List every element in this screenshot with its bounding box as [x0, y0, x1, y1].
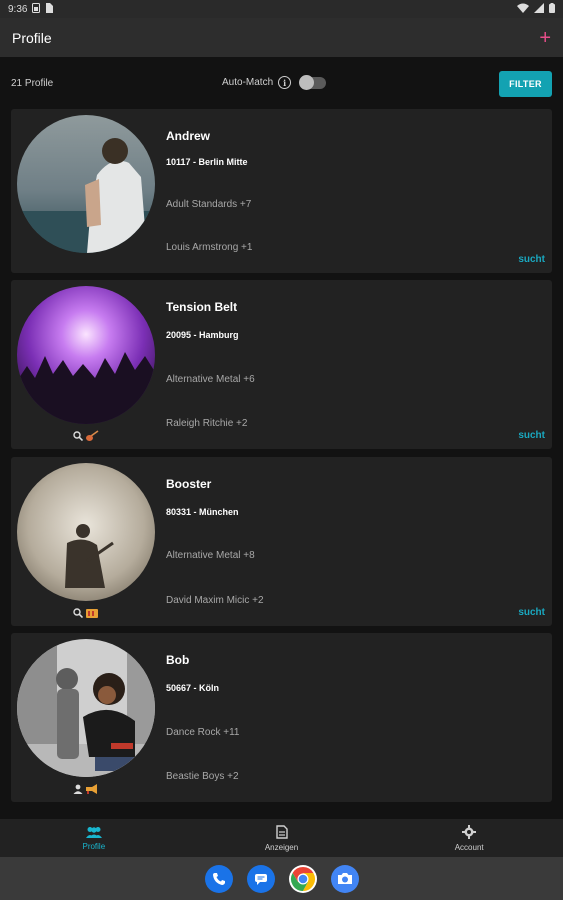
notification-icon: [45, 2, 54, 16]
profile-genres: Adult Standards +7: [166, 199, 252, 210]
nav-label: Anzeigen: [264, 842, 299, 852]
profile-artists: Louis Armstrong +1: [166, 242, 253, 253]
document-icon: [275, 824, 288, 841]
avatar: [17, 639, 155, 777]
profile-artists: David Maxim Micic +2: [166, 595, 264, 606]
filter-button[interactable]: FILTER: [499, 71, 552, 97]
profile-name: Andrew: [166, 129, 211, 143]
profile-count: 21 Profile: [11, 77, 54, 89]
gear-icon: [462, 824, 477, 841]
search-icon: [73, 608, 84, 621]
profile-location: 10117 - Berlin Mitte: [166, 157, 248, 167]
band-icon: [85, 607, 99, 622]
nav-tab-profile[interactable]: Profile: [0, 819, 188, 857]
profile-name: Bob: [166, 653, 190, 667]
profile-card-booster[interactable]: Booster 80331 - München Alternative Meta…: [11, 457, 552, 626]
list-toolbar: 21 Profile Auto-Match i FILTER: [0, 57, 563, 109]
profile-artists: Raleigh Ritchie +2: [166, 418, 248, 429]
nav-label: Profile: [82, 841, 106, 851]
automatch-control: Auto-Match i: [222, 74, 327, 90]
nav-tab-account[interactable]: Account: [375, 819, 563, 857]
chrome-icon[interactable]: [288, 864, 317, 893]
signal-icon: [534, 2, 544, 16]
person-icon: [73, 784, 83, 797]
status-bar: 9:36: [0, 0, 563, 18]
profile-badges: [73, 430, 99, 445]
app-bar: Profile +: [0, 18, 563, 57]
add-profile-button[interactable]: +: [539, 28, 551, 48]
avatar: [17, 463, 155, 601]
status-badge: sucht: [518, 430, 545, 441]
avatar: [17, 115, 155, 253]
wifi-icon: [517, 3, 529, 16]
profile-genres: Alternative Metal +8: [166, 550, 255, 561]
status-badge: sucht: [518, 254, 545, 265]
profile-badges: [73, 607, 99, 622]
search-icon: [73, 431, 84, 444]
automatch-label: Auto-Match: [222, 77, 274, 88]
profile-badges: [73, 783, 99, 798]
status-badge: sucht: [518, 607, 545, 618]
profile-card-andrew[interactable]: Andrew 10117 - Berlin Mitte Adult Standa…: [11, 109, 552, 273]
nav-tab-anzeigen[interactable]: Anzeigen: [188, 819, 376, 857]
profile-name: Booster: [166, 477, 212, 491]
system-dock: [0, 857, 563, 900]
phone-icon[interactable]: [204, 864, 233, 893]
profile-card-bob[interactable]: Bob 50667 - Köln Dance Rock +11 Beastie …: [11, 633, 552, 802]
info-icon[interactable]: i: [278, 76, 292, 89]
page-title: Profile: [12, 29, 52, 46]
camera-icon[interactable]: [330, 864, 359, 893]
sim-icon: [32, 2, 41, 16]
profile-location: 20095 - Hamburg: [166, 330, 239, 340]
megaphone-icon: [85, 783, 99, 798]
automatch-toggle[interactable]: [299, 74, 327, 90]
battery-icon: [549, 2, 555, 16]
profile-location: 80331 - München: [166, 507, 239, 517]
profile-location: 50667 - Köln: [166, 683, 220, 693]
profile-artists: Beastie Boys +2: [166, 771, 239, 782]
nav-label: Account: [454, 842, 484, 852]
profile-card-tension-belt[interactable]: Tension Belt 20095 - Hamburg Alternative…: [11, 280, 552, 449]
avatar: [17, 286, 155, 424]
people-icon: [85, 826, 103, 840]
profile-name: Tension Belt: [166, 300, 238, 314]
bottom-navigation: Profile Anzeigen Account: [0, 819, 563, 857]
messages-icon[interactable]: [246, 864, 275, 893]
profile-genres: Alternative Metal +6: [166, 374, 255, 385]
guitar-icon: [85, 430, 99, 445]
status-time: 9:36: [8, 3, 28, 15]
profile-genres: Dance Rock +11: [166, 727, 240, 738]
